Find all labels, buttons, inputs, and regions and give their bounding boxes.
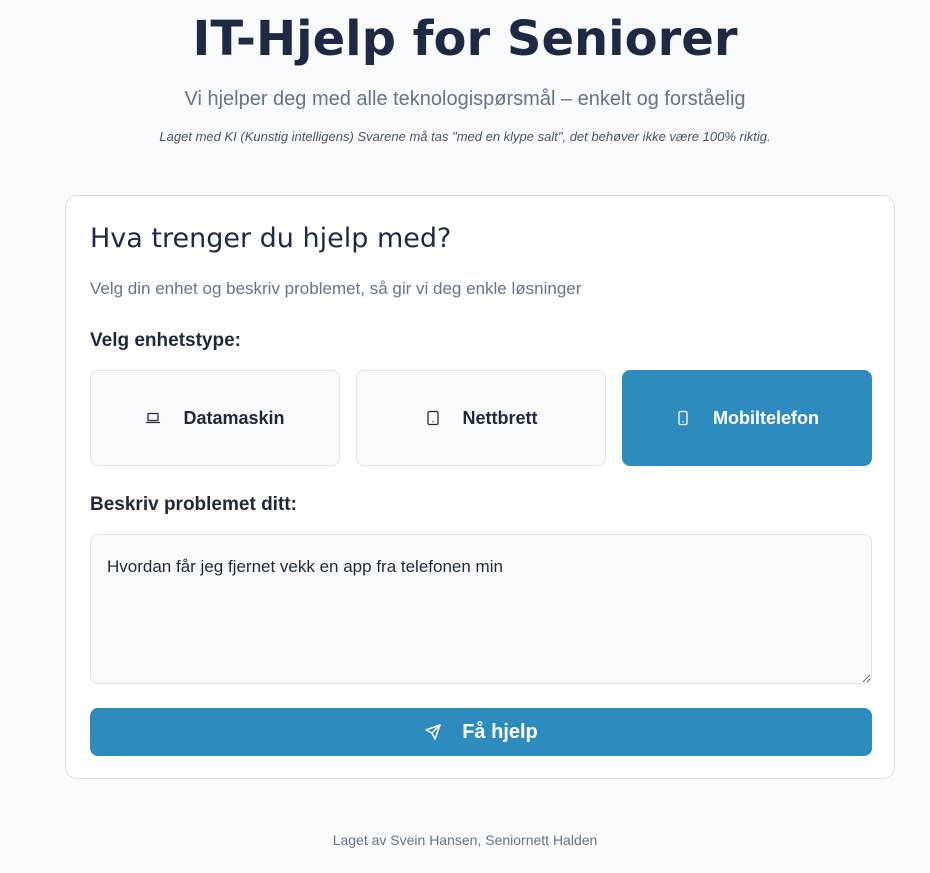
- device-selector: Datamaskin Nettbrett Mobiltelefon: [90, 370, 872, 466]
- page: IT-Hjelp for Seniorer Vi hjelper deg med…: [0, 0, 930, 873]
- page-subtitle: Vi hjelper deg med alle teknologispørsmå…: [184, 88, 746, 110]
- ai-disclaimer: Laget med KI (Kunstig intelligens) Svare…: [159, 129, 771, 144]
- smartphone-icon: [675, 410, 691, 426]
- tablet-icon: [425, 410, 441, 426]
- send-icon: [424, 723, 442, 741]
- device-type-label: Velg enhetstype:: [90, 330, 241, 351]
- device-button-nettbrett[interactable]: Nettbrett: [356, 370, 606, 466]
- card-title: Hva trenger du hjelp med?: [90, 223, 452, 254]
- page-title: IT-Hjelp for Seniorer: [192, 11, 738, 67]
- card-subtitle: Velg din enhet og beskriv problemet, så …: [90, 279, 582, 298]
- get-help-label: Få hjelp: [462, 720, 538, 743]
- footer-credit: Laget av Svein Hansen, Seniornett Halden: [332, 832, 598, 848]
- device-label-mobiltelefon: Mobiltelefon: [713, 407, 819, 428]
- device-button-mobiltelefon[interactable]: Mobiltelefon: [622, 370, 872, 466]
- device-label-datamaskin: Datamaskin: [183, 407, 285, 428]
- device-label-nettbrett: Nettbrett: [462, 407, 538, 428]
- get-help-button[interactable]: Få hjelp: [90, 708, 872, 756]
- problem-textarea[interactable]: Hvordan får jeg fjernet vekk en app fra …: [90, 534, 872, 684]
- device-button-datamaskin[interactable]: Datamaskin: [90, 370, 340, 466]
- problem-label: Beskriv problemet ditt:: [90, 494, 297, 515]
- help-form-card: Hva trenger du hjelp med? Velg din enhet…: [65, 195, 895, 779]
- laptop-icon: [145, 410, 161, 426]
